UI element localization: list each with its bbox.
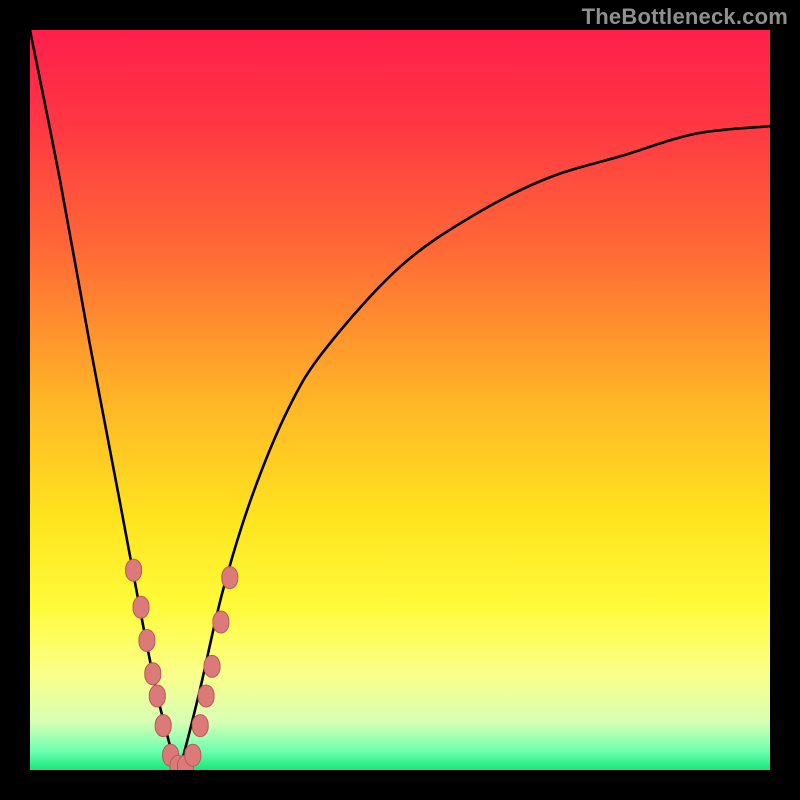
sample-marker <box>213 611 229 633</box>
sample-markers <box>126 559 238 770</box>
bottleneck-curve <box>30 30 770 770</box>
chart-frame: TheBottleneck.com <box>0 0 800 800</box>
watermark-text: TheBottleneck.com <box>582 4 788 30</box>
sample-marker <box>155 715 171 737</box>
sample-marker <box>204 655 220 677</box>
sample-marker <box>149 685 165 707</box>
sample-marker <box>185 744 201 766</box>
sample-marker <box>126 559 142 581</box>
sample-marker <box>145 663 161 685</box>
plot-area <box>30 30 770 770</box>
sample-marker <box>139 630 155 652</box>
curve-layer <box>30 30 770 770</box>
sample-marker <box>192 715 208 737</box>
sample-marker <box>222 567 238 589</box>
sample-marker <box>133 596 149 618</box>
sample-marker <box>198 685 214 707</box>
